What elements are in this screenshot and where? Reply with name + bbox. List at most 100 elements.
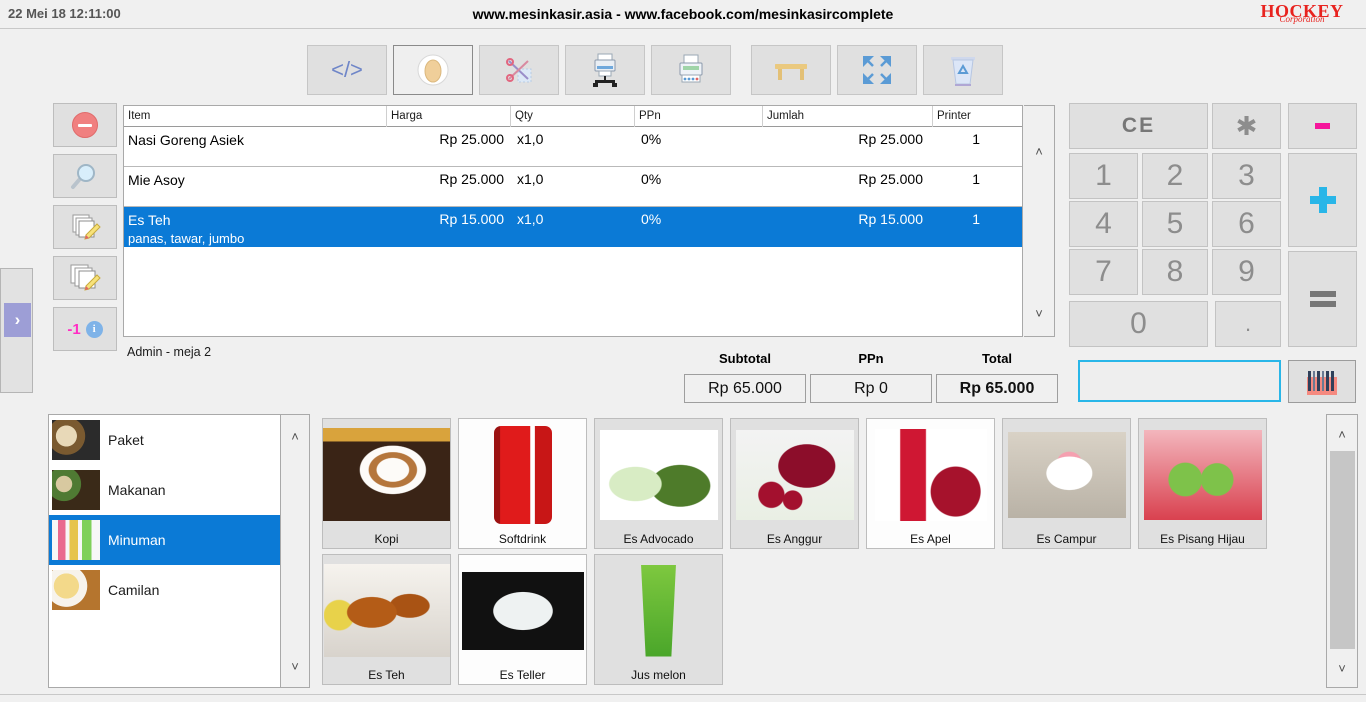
cut-button[interactable] xyxy=(479,45,559,95)
equals-button[interactable] xyxy=(1288,251,1357,347)
star-button[interactable]: ✱ xyxy=(1212,103,1281,149)
plus-icon xyxy=(1309,187,1336,213)
table-desk-icon xyxy=(775,64,807,80)
key-1-button[interactable]: 1 xyxy=(1069,153,1138,199)
product-card-es-teller[interactable]: Es Teller xyxy=(458,554,587,685)
table-row[interactable]: Mie Asoy Rp 25.000 x1,0 0% Rp 25.000 1 xyxy=(124,167,1022,207)
cart-item-title: Es Teh xyxy=(128,212,171,228)
product-image-softdrink xyxy=(459,419,586,530)
cart-scrollbar[interactable]: ˄ ˅ xyxy=(1024,105,1055,337)
table-row[interactable]: Es Teh panas, tawar, jumbo Rp 15.000 x1,… xyxy=(124,207,1022,247)
category-scroll-up-button[interactable]: ˄ xyxy=(281,421,309,451)
product-image-es-apel xyxy=(867,419,994,530)
column-header-ppn: PPn xyxy=(635,106,763,127)
key-0-button[interactable]: 0 xyxy=(1069,301,1208,347)
barcode-scan-button[interactable] xyxy=(1288,360,1356,403)
product-card-es-campur[interactable]: Es Campur xyxy=(1002,418,1131,549)
plus-button[interactable] xyxy=(1288,153,1357,247)
cart-item-name: Nasi Goreng Asiek xyxy=(128,132,244,148)
remove-item-button[interactable] xyxy=(53,103,117,147)
product-image-es-advocado xyxy=(595,419,722,530)
sidebar-item-label: Makanan xyxy=(108,482,166,498)
table-row[interactable]: Nasi Goreng Asiek Rp 25.000 x1,0 0% Rp 2… xyxy=(124,127,1022,167)
total-label: Total xyxy=(981,351,1013,366)
grid-scroll-down-button[interactable]: ˅ xyxy=(1327,653,1357,683)
product-label: Es Teller xyxy=(499,668,546,682)
product-label: Es Advocado xyxy=(623,532,694,546)
category-scrollbar[interactable]: ˄ ˅ xyxy=(280,414,310,688)
sidebar-item-camilan[interactable]: Camilan xyxy=(49,565,280,615)
avatar-icon xyxy=(417,54,449,86)
network-printer-button[interactable] xyxy=(565,45,645,95)
expand-panel-button[interactable]: › xyxy=(4,303,31,337)
table-button[interactable] xyxy=(751,45,831,95)
key-4-button[interactable]: 4 xyxy=(1069,201,1138,247)
printer-icon xyxy=(679,54,703,83)
barcode-icon xyxy=(1307,369,1337,395)
column-header-jumlah: Jumlah xyxy=(763,106,933,127)
clear-entry-button[interactable]: CE xyxy=(1069,103,1208,149)
product-card-kopi[interactable]: Kopi xyxy=(322,418,451,549)
main-toolbar: </> xyxy=(307,45,1009,95)
key-6-button[interactable]: 6 xyxy=(1212,201,1281,247)
product-label: Es Teh xyxy=(368,668,405,682)
cart-scroll-up-button[interactable]: ˄ xyxy=(1024,136,1054,166)
product-image-es-anggur xyxy=(731,419,858,530)
fullscreen-button[interactable] xyxy=(837,45,917,95)
key-8-button[interactable]: 8 xyxy=(1142,249,1208,295)
product-card-es-advocado[interactable]: Es Advocado xyxy=(594,418,723,549)
key-3-button[interactable]: 3 xyxy=(1212,153,1281,199)
key-7-button[interactable]: 7 xyxy=(1069,249,1138,295)
total-amount: Rp 65.000 xyxy=(959,379,1035,397)
category-thumbnail-minuman xyxy=(52,520,100,560)
product-label: Es Apel xyxy=(910,532,951,546)
amount-input[interactable] xyxy=(1078,360,1281,402)
sidebar-item-paket[interactable]: Paket xyxy=(49,415,280,465)
print-button[interactable] xyxy=(651,45,731,95)
key-2-button[interactable]: 2 xyxy=(1142,153,1208,199)
product-label: Es Anggur xyxy=(766,532,823,546)
product-card-es-pisang-hijau[interactable]: Es Pisang Hijau xyxy=(1138,418,1267,549)
category-thumbnail-camilan xyxy=(52,570,100,610)
duplicate-edit-button[interactable] xyxy=(53,256,117,300)
cart-item-ppn: 0% xyxy=(641,131,662,147)
cart-item-price: Rp 25.000 xyxy=(439,131,504,147)
code-button[interactable]: </> xyxy=(307,45,387,95)
grid-scrollbar-thumb[interactable] xyxy=(1330,451,1355,649)
recycle-bin-icon xyxy=(951,57,975,86)
cart-item-qty: x1,0 xyxy=(517,211,544,227)
key-9-button[interactable]: 9 xyxy=(1212,249,1281,295)
sidebar-item-minuman[interactable]: Minuman xyxy=(49,515,280,565)
product-card-es-teh[interactable]: Es Teh xyxy=(322,554,451,685)
product-card-es-anggur[interactable]: Es Anggur xyxy=(730,418,859,549)
product-label: Jus melon xyxy=(631,668,686,682)
category-scroll-down-button[interactable]: ˅ xyxy=(281,651,309,681)
search-button[interactable] xyxy=(53,154,117,198)
sidebar-item-makanan[interactable]: Makanan xyxy=(49,465,280,515)
copy-pencil-icon xyxy=(72,214,101,240)
subtotal-amount: Rp 65.000 xyxy=(708,379,782,397)
product-grid: Kopi Softdrink Es Advocado Es Anggur Es … xyxy=(318,414,1322,688)
product-card-jus-melon[interactable]: Jus melon xyxy=(594,554,723,685)
info-icon: i xyxy=(85,320,103,338)
member-button[interactable] xyxy=(393,45,473,95)
minus-button[interactable] xyxy=(1288,103,1357,149)
trash-button[interactable] xyxy=(923,45,1003,95)
product-card-softdrink[interactable]: Softdrink xyxy=(458,418,587,549)
key-5-button[interactable]: 5 xyxy=(1142,201,1208,247)
copy-edit-button[interactable] xyxy=(53,205,117,249)
cart-item-ppn: 0% xyxy=(641,211,662,227)
cart-item-note: panas, tawar, jumbo xyxy=(128,230,245,246)
decrement-button[interactable]: -1 i xyxy=(53,307,117,351)
column-header-printer: Printer xyxy=(937,110,971,122)
grid-scroll-up-button[interactable]: ˄ xyxy=(1327,419,1357,449)
key-decimal-button[interactable]: . xyxy=(1215,301,1281,347)
product-image-jus-melon xyxy=(595,555,722,666)
cart-item-printer: 1 xyxy=(972,211,980,227)
product-card-es-apel[interactable]: Es Apel xyxy=(866,418,995,549)
cart-item-ppn: 0% xyxy=(641,171,662,187)
fullscreen-arrows-icon xyxy=(863,56,891,84)
cart-scroll-down-button[interactable]: ˅ xyxy=(1024,298,1054,328)
product-label: Es Campur xyxy=(1036,532,1097,546)
product-grid-scrollbar[interactable]: ˄ ˅ xyxy=(1326,414,1358,688)
